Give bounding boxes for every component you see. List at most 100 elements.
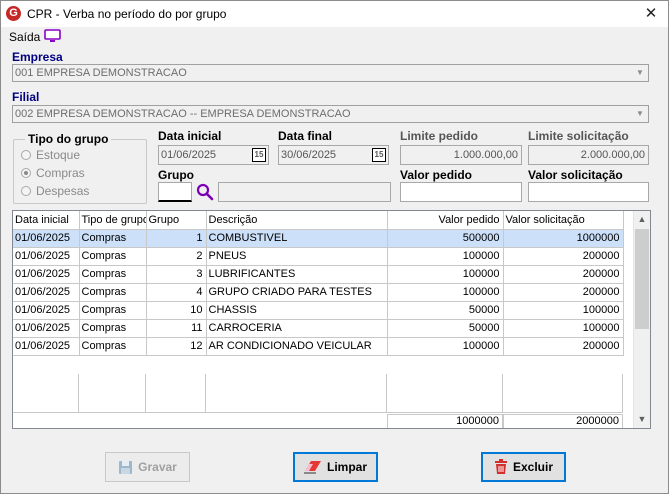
table-cell: Compras <box>79 319 147 338</box>
radio-estoque[interactable]: Estoque <box>21 148 80 162</box>
total-valor-solicitacao: 2000000 <box>503 414 623 428</box>
radio-despesas-label: Despesas <box>36 184 90 198</box>
col-valor-pedido[interactable]: Valor pedido <box>387 211 504 230</box>
valor-pedido-label: Valor pedido <box>400 168 473 182</box>
monitor-icon[interactable] <box>44 29 61 43</box>
empresa-value: 001 EMPRESA DEMONSTRACAO <box>15 67 187 79</box>
table-cell: 01/06/2025 <box>13 229 80 248</box>
table-row[interactable]: 01/06/2025 Compras 11 CARROCERIA 50000 100000 <box>13 319 624 338</box>
vertical-scrollbar[interactable]: ▲ ▼ <box>633 211 650 428</box>
valor-solicitacao-input[interactable] <box>528 182 649 202</box>
table-cell: 50000 <box>387 301 504 320</box>
table-cell: GRUPO CRIADO PARA TESTES <box>206 283 388 302</box>
data-final-label: Data final <box>278 129 333 143</box>
table-row[interactable]: 01/06/2025 Compras 10 CHASSIS 50000 100000 <box>13 301 624 320</box>
close-button[interactable]: ✕ <box>637 3 665 25</box>
gravar-button[interactable]: Gravar <box>105 452 190 482</box>
table-body: 01/06/2025 Compras 1 COMBUSTIVEL 500000 10000… <box>13 229 624 356</box>
radio-despesas[interactable]: Despesas <box>21 184 89 198</box>
filial-value: 002 EMPRESA DEMONSTRACAO -- EMPRESA DEMO… <box>15 108 351 120</box>
radio-compras[interactable]: Compras <box>21 166 85 180</box>
window-title: CPR - Verba no período do por grupo <box>27 7 227 21</box>
saida-label: Saída <box>9 30 41 44</box>
table-cell: Compras <box>79 301 147 320</box>
table-cell: 01/06/2025 <box>13 319 80 338</box>
scroll-thumb[interactable] <box>635 229 649 329</box>
table-cell: 100000 <box>387 247 504 266</box>
chevron-down-icon[interactable]: ▼ <box>633 107 647 121</box>
table-cell: Compras <box>79 337 147 356</box>
col-data-inicial[interactable]: Data inicial <box>13 211 80 230</box>
chevron-down-icon[interactable]: ▼ <box>633 66 647 80</box>
calendar-icon[interactable]: 15 <box>372 148 386 162</box>
limpar-label: Limpar <box>326 460 367 474</box>
empresa-combo[interactable]: 001 EMPRESA DEMONSTRACAO ▼ <box>12 64 649 82</box>
gravar-label: Gravar <box>138 460 177 474</box>
radio-selected-icon <box>21 168 31 178</box>
table-row[interactable]: 01/06/2025 Compras 12 AR CONDICIONADO VEICU… <box>13 337 624 356</box>
table-row[interactable]: 01/06/2025 Compras 2 PNEUS 100000 200000 <box>13 247 624 266</box>
valor-solicitacao-label: Valor solicitação <box>528 168 623 182</box>
search-icon[interactable] <box>196 183 214 201</box>
data-inicial-input[interactable]: 01/06/2025 15 <box>158 145 269 165</box>
data-final-value: 30/06/2025 <box>281 149 337 161</box>
eraser-icon <box>303 461 321 474</box>
radio-estoque-label: Estoque <box>36 148 81 162</box>
table-cell: 01/06/2025 <box>13 247 80 266</box>
app-logo-icon: G <box>6 6 21 21</box>
trash-icon <box>494 459 507 474</box>
limite-solicitacao-field: 2.000.000,00 <box>528 145 649 165</box>
verbas-grid[interactable]: Data inicial Tipo de grupo Grupo Descriç… <box>12 210 651 429</box>
table-cell: 3 <box>146 265 207 284</box>
table-cell: 50000 <box>387 319 504 338</box>
table-cell: AR CONDICIONADO VEICULAR <box>206 337 388 356</box>
data-inicial-value: 01/06/2025 <box>161 149 217 161</box>
table-row[interactable]: 01/06/2025 Compras 4 GRUPO CRIADO PARA TEST… <box>13 283 624 302</box>
grupo-code-input[interactable] <box>158 182 192 202</box>
limite-solicitacao-label: Limite solicitação <box>528 129 629 143</box>
total-valor-pedido: 1000000 <box>387 414 503 428</box>
table-cell: 01/06/2025 <box>13 337 80 356</box>
verbas-table: Data inicial Tipo de grupo Grupo Descriç… <box>13 211 624 356</box>
valor-pedido-input[interactable] <box>400 182 522 202</box>
table-row[interactable]: 01/06/2025 Compras 1 COMBUSTIVEL 500000 10000… <box>13 229 624 248</box>
calendar-icon[interactable]: 15 <box>252 148 266 162</box>
table-empty-area <box>13 374 623 412</box>
table-cell: 4 <box>146 283 207 302</box>
col-grupo[interactable]: Grupo <box>146 211 207 230</box>
table-cell: CARROCERIA <box>206 319 388 338</box>
filial-combo[interactable]: 002 EMPRESA DEMONSTRACAO -- EMPRESA DEMO… <box>12 105 649 123</box>
table-cell: Compras <box>79 229 147 248</box>
table-cell: 12 <box>146 337 207 356</box>
table-cell: PNEUS <box>206 247 388 266</box>
limpar-button[interactable]: Limpar <box>293 452 378 482</box>
data-inicial-label: Data inicial <box>158 129 222 143</box>
grupo-label: Grupo <box>158 168 194 182</box>
table-header-row: Data inicial Tipo de grupo Grupo Descriç… <box>13 211 624 230</box>
table-cell: 01/06/2025 <box>13 283 80 302</box>
excluir-label: Excluir <box>512 460 554 474</box>
scroll-up-icon[interactable]: ▲ <box>634 211 650 228</box>
empresa-label: Empresa <box>12 50 63 64</box>
col-descricao[interactable]: Descrição <box>206 211 388 230</box>
table-cell: 100000 <box>503 301 624 320</box>
excluir-button[interactable]: Excluir <box>481 452 566 482</box>
limite-pedido-field: 1.000.000,00 <box>400 145 522 165</box>
table-cell: 100000 <box>387 337 504 356</box>
data-final-input[interactable]: 30/06/2025 15 <box>278 145 389 165</box>
table-row[interactable]: 01/06/2025 Compras 3 LUBRIFICANTES 100000 200… <box>13 265 624 284</box>
table-cell: 10 <box>146 301 207 320</box>
scroll-down-icon[interactable]: ▼ <box>634 411 650 428</box>
table-cell: 01/06/2025 <box>13 265 80 284</box>
limite-pedido-label: Limite pedido <box>400 129 478 143</box>
table-cell: 500000 <box>387 229 504 248</box>
col-tipo-grupo[interactable]: Tipo de grupo <box>79 211 147 230</box>
table-cell: 100000 <box>387 283 504 302</box>
table-cell: CHASSIS <box>206 301 388 320</box>
table-cell: Compras <box>79 247 147 266</box>
col-valor-solicitacao[interactable]: Valor solicitação <box>503 211 624 230</box>
radio-circle-icon <box>21 186 31 196</box>
table-cell: COMBUSTIVEL <box>206 229 388 248</box>
table-cell: Compras <box>79 283 147 302</box>
saida-menu-item[interactable]: Saída <box>9 30 40 44</box>
